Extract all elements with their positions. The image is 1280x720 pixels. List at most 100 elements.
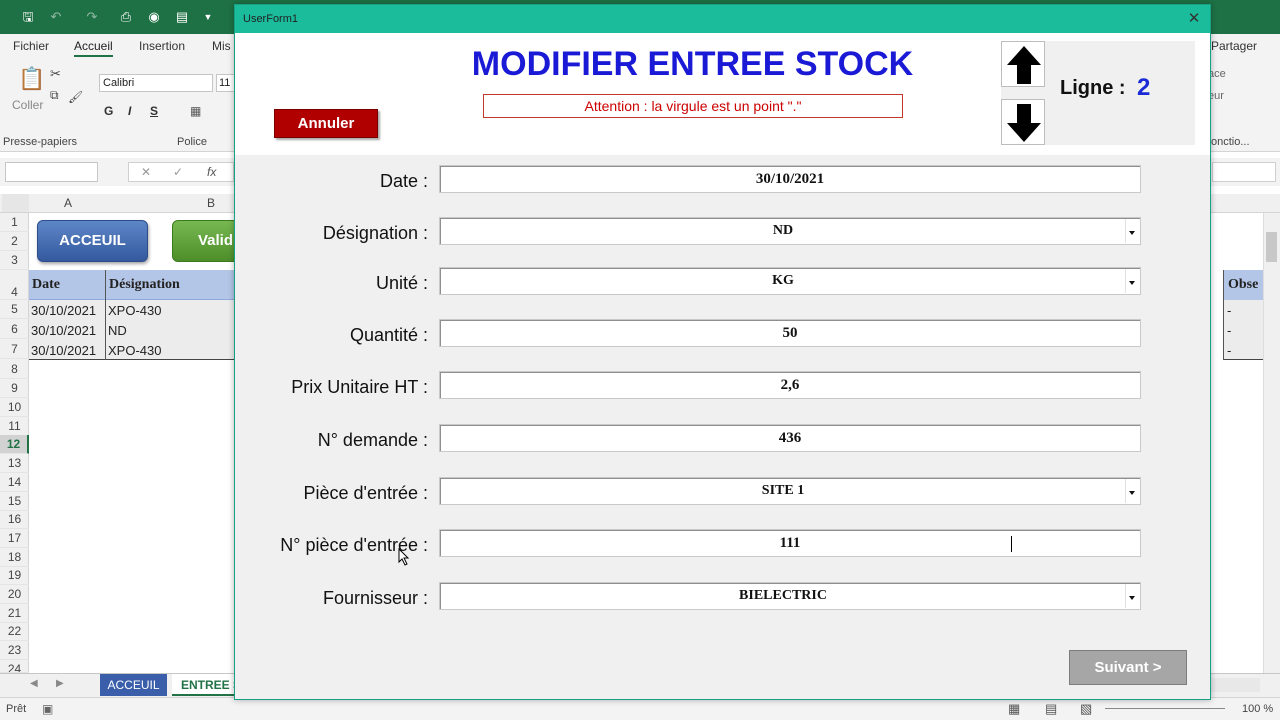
num-piece-value: 111 xyxy=(779,535,801,551)
cancel-formula-icon[interactable]: ✕ xyxy=(141,165,151,179)
row-header[interactable]: 2 xyxy=(0,232,29,251)
quantite-field[interactable]: 50 xyxy=(439,319,1141,347)
row-header[interactable]: 1 xyxy=(0,213,29,232)
print-preview-icon[interactable]: ⎙ xyxy=(118,9,134,25)
tab-accueil[interactable]: Accueil xyxy=(74,39,113,57)
valider-sheet-button[interactable]: Valid xyxy=(172,220,242,262)
unite-combobox[interactable]: KG xyxy=(439,267,1141,295)
undo-icon[interactable]: ↶ xyxy=(48,9,64,25)
row-header[interactable]: 4 xyxy=(0,270,29,300)
borders-icon[interactable]: ▦ xyxy=(190,104,201,118)
row-header[interactable]: 17 xyxy=(0,529,29,548)
row-header[interactable]: 24 xyxy=(0,660,29,673)
row-header[interactable]: 5 xyxy=(0,300,29,319)
tab-insertion[interactable]: Insertion xyxy=(139,39,185,53)
page-layout-icon[interactable]: ▤ xyxy=(1045,701,1057,717)
row-header[interactable]: 10 xyxy=(0,398,29,417)
row-header[interactable]: 20 xyxy=(0,585,29,604)
row-header[interactable]: 8 xyxy=(0,360,29,379)
row-header[interactable]: 13 xyxy=(0,454,29,473)
name-box[interactable] xyxy=(5,162,98,182)
tab-mise-en-page[interactable]: Mis xyxy=(212,39,231,53)
zoom-slider[interactable] xyxy=(1105,708,1225,709)
num-demande-field[interactable]: 436 xyxy=(439,424,1141,452)
row-header[interactable]: 14 xyxy=(0,473,29,492)
cut-icon[interactable]: ✂ xyxy=(50,66,61,82)
dropdown-button[interactable] xyxy=(1125,479,1139,503)
form-icon[interactable]: ▤ xyxy=(174,9,190,25)
num-piece-field[interactable]: 111 xyxy=(439,529,1141,557)
fournisseur-combobox[interactable]: BIELECTRIC xyxy=(439,582,1141,610)
prix-unitaire-field[interactable]: 2,6 xyxy=(439,371,1141,399)
horizontal-scrollbar[interactable] xyxy=(1210,678,1260,692)
font-size-select[interactable]: 11 xyxy=(216,74,236,92)
vertical-scrollbar[interactable] xyxy=(1263,213,1280,673)
camera-icon[interactable]: ◉ xyxy=(146,9,162,25)
insert-function-icon[interactable]: fx xyxy=(207,165,216,179)
row-header[interactable]: 16 xyxy=(0,510,29,529)
piece-entree-combobox[interactable]: SITE 1 xyxy=(439,477,1141,505)
cell-observation: - xyxy=(1227,303,1232,318)
row-header[interactable]: 9 xyxy=(0,379,29,398)
zoom-level[interactable]: 100 % xyxy=(1242,703,1273,715)
scroll-left-icon[interactable]: ◀ xyxy=(30,678,38,689)
vertical-scrollbar-thumb[interactable] xyxy=(1266,232,1277,262)
share-button[interactable]: Partager xyxy=(1211,39,1257,53)
annuler-button[interactable]: Annuler xyxy=(274,109,378,138)
column-header-a[interactable]: A xyxy=(64,196,72,210)
dropdown-button[interactable] xyxy=(1125,269,1139,293)
fournisseur-label: Fournisseur : xyxy=(322,588,428,608)
next-record-button[interactable] xyxy=(1001,99,1045,145)
table-row[interactable]: 30/10/2021 XPO-430 xyxy=(29,300,235,320)
row-header[interactable]: 3 xyxy=(0,251,29,270)
table-row[interactable]: 30/10/2021 ND xyxy=(29,320,235,340)
unite-value: KG xyxy=(772,273,794,288)
close-icon[interactable]: ✕ xyxy=(1184,9,1204,29)
table-row[interactable]: 30/10/2021 XPO-430 xyxy=(29,340,235,360)
designation-combobox[interactable]: ND xyxy=(439,217,1141,245)
row-header-selected[interactable]: 12 xyxy=(0,435,29,454)
row-header[interactable]: 23 xyxy=(0,641,29,660)
cell-designation: ND xyxy=(108,323,127,338)
normal-view-icon[interactable]: ▦ xyxy=(1008,701,1020,717)
save-icon[interactable]: 🖫 xyxy=(20,9,36,25)
row-header[interactable]: 11 xyxy=(0,417,29,436)
bold-button[interactable]: G xyxy=(104,104,113,118)
confirm-formula-icon[interactable]: ✓ xyxy=(173,165,183,179)
chevron-down-icon xyxy=(1129,281,1135,285)
font-name-select[interactable]: Calibri xyxy=(99,74,213,92)
redo-icon[interactable]: ↷ xyxy=(84,9,100,25)
date-field[interactable]: 30/10/2021 xyxy=(439,165,1141,193)
dropdown-button[interactable] xyxy=(1125,584,1139,608)
select-all-corner[interactable] xyxy=(2,194,29,212)
arrow-down-icon xyxy=(1007,104,1041,142)
row-header[interactable]: 7 xyxy=(0,340,29,359)
dropdown-button[interactable] xyxy=(1125,219,1139,243)
observation-cells: - - - xyxy=(1223,300,1263,360)
macro-record-icon[interactable]: ▣ xyxy=(42,702,53,716)
formula-input[interactable] xyxy=(1212,162,1276,182)
row-header[interactable]: 18 xyxy=(0,548,29,567)
page-break-icon[interactable]: ▧ xyxy=(1080,701,1092,717)
row-header[interactable]: 19 xyxy=(0,566,29,585)
row-header[interactable]: 6 xyxy=(0,320,29,339)
sheet-tab-acceuil[interactable]: ACCEUIL xyxy=(100,674,167,696)
paste-icon[interactable]: 📋 xyxy=(18,66,45,92)
underline-button[interactable]: S xyxy=(150,104,158,118)
customize-qat-icon[interactable]: ▼ xyxy=(200,9,216,25)
scroll-right-icon[interactable]: ▶ xyxy=(56,678,64,689)
format-painter-icon[interactable]: 🖌 xyxy=(68,90,83,104)
previous-record-button[interactable] xyxy=(1001,41,1045,87)
tab-fichier[interactable]: Fichier xyxy=(13,39,49,53)
row-header[interactable]: 22 xyxy=(0,622,29,641)
sheet-tab-entree-stock[interactable]: ENTREE S xyxy=(172,674,236,696)
acceuil-sheet-button[interactable]: ACCEUIL xyxy=(37,220,148,262)
copy-icon[interactable]: ⧉ xyxy=(50,88,59,103)
userform-titlebar[interactable]: UserForm1 ✕ xyxy=(235,5,1210,33)
row-header[interactable]: 15 xyxy=(0,492,29,511)
suivant-button[interactable]: Suivant > xyxy=(1069,650,1187,685)
column-header-b[interactable]: B xyxy=(207,196,215,210)
row-header[interactable]: 21 xyxy=(0,604,29,623)
paste-label[interactable]: Coller xyxy=(12,98,43,112)
italic-button[interactable]: I xyxy=(128,104,131,118)
